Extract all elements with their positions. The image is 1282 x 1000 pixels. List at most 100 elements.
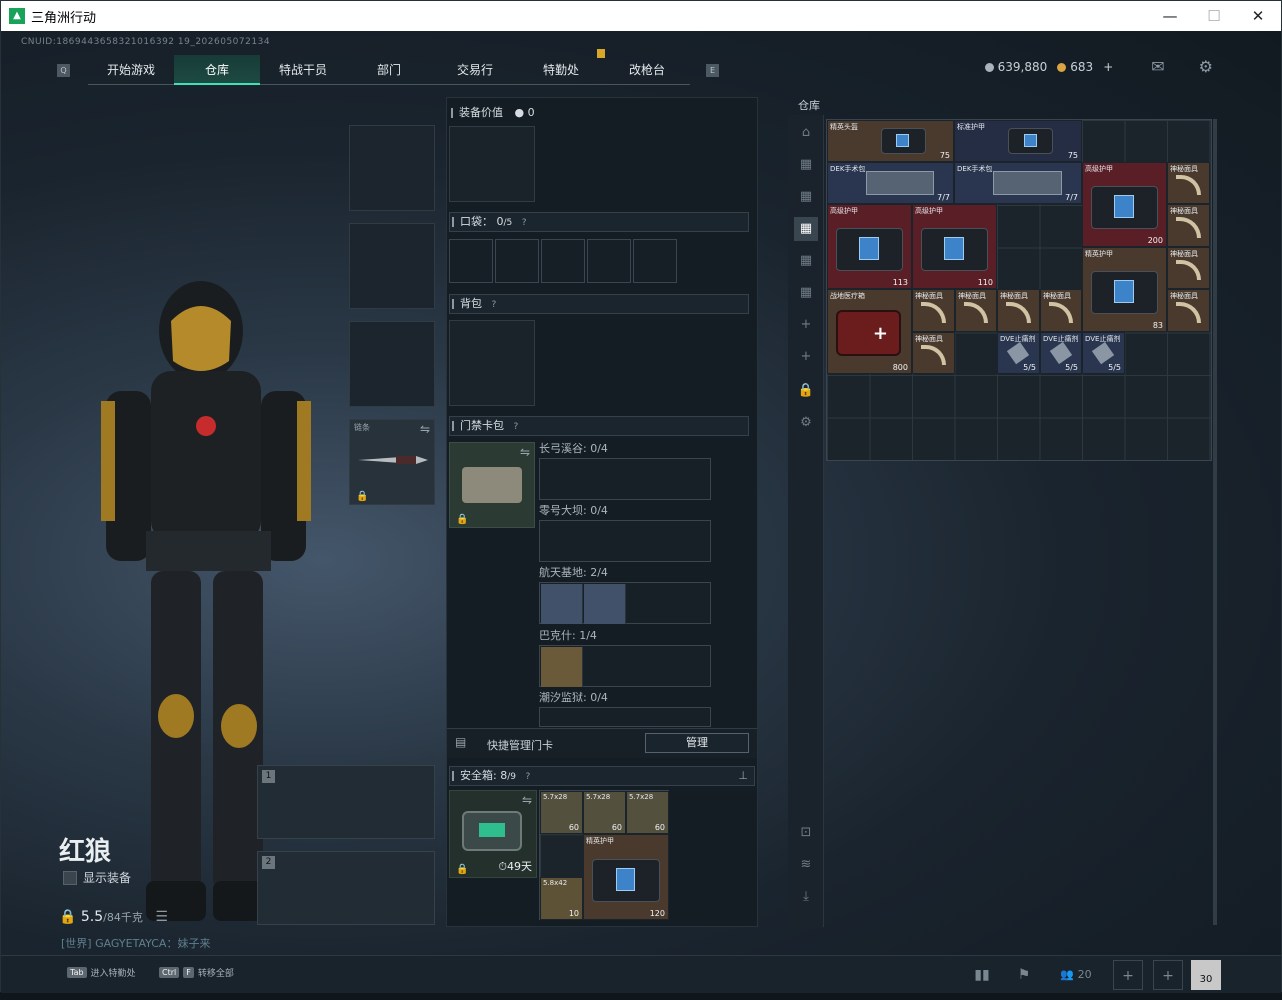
melee-slot[interactable]: 链条 ⇋ 🔒: [349, 419, 435, 505]
help-icon[interactable]: ?: [525, 772, 530, 782]
keycard-row[interactable]: [539, 520, 711, 562]
hint-special-ops[interactable]: Tab 进入特勤处: [67, 966, 136, 979]
keycard-item[interactable]: [584, 584, 626, 624]
add-page-icon[interactable]: +: [794, 313, 818, 337]
keycard-case-slot[interactable]: ⇋ 🔒: [449, 442, 535, 528]
keycard-row[interactable]: [539, 707, 711, 727]
helmet-slot[interactable]: [349, 125, 435, 211]
armor-slot[interactable]: [349, 223, 435, 309]
help-icon[interactable]: ?: [514, 422, 519, 432]
gear-icon[interactable]: ⚙: [794, 411, 818, 435]
page-3-icon[interactable]: ▦: [794, 217, 818, 241]
lock-icon[interactable]: 🔒: [794, 379, 818, 403]
pocket-slot[interactable]: [541, 239, 585, 283]
helmet-filter-icon[interactable]: ⌂: [794, 121, 818, 145]
add-currency-button[interactable]: +: [1103, 60, 1113, 74]
mail-icon[interactable]: ✉: [1151, 57, 1164, 76]
page-2-icon[interactable]: ▦: [794, 185, 818, 209]
help-icon[interactable]: ?: [492, 300, 497, 310]
rig-slot[interactable]: [449, 126, 535, 202]
pocket-slot[interactable]: [633, 239, 677, 283]
layers-icon[interactable]: ≋: [794, 853, 818, 877]
sort-icon[interactable]: ⊡: [794, 821, 818, 845]
tab-warehouse[interactable]: 仓库: [174, 55, 260, 85]
pocket-slot[interactable]: [495, 239, 539, 283]
stash-item[interactable]: 标准护甲 75: [954, 120, 1082, 162]
gear-icon[interactable]: ⚙: [1199, 57, 1213, 76]
add-party-button[interactable]: +: [1153, 960, 1183, 990]
keycard-row[interactable]: [539, 458, 711, 500]
swap-icon[interactable]: ⇋: [520, 445, 530, 459]
mask-item[interactable]: 神秘面具: [997, 289, 1040, 332]
add-party-button[interactable]: +: [1113, 960, 1143, 990]
stash-item[interactable]: 精英头盔 75: [827, 120, 954, 162]
keycard-row[interactable]: [539, 645, 711, 687]
stats-icon[interactable]: ▮▮: [967, 960, 997, 990]
keycard-row[interactable]: [539, 582, 711, 624]
pocket-slot[interactable]: [449, 239, 493, 283]
tab-trade[interactable]: 交易行: [432, 55, 518, 85]
mask-item[interactable]: 神秘面具: [955, 289, 997, 332]
page-4-icon[interactable]: ▦: [794, 249, 818, 273]
keycard-item[interactable]: [541, 647, 583, 687]
swap-icon[interactable]: ⇋: [522, 793, 532, 807]
maximize-button[interactable]: ☐: [1191, 1, 1237, 31]
mask-item[interactable]: 神秘面具: [1167, 289, 1210, 332]
armor-item[interactable]: 精英护甲 120: [583, 834, 669, 920]
stash-item[interactable]: 高级护甲 110: [912, 204, 997, 289]
mask-item[interactable]: 神秘面具: [1167, 162, 1210, 204]
show-equipment-checkbox[interactable]: [63, 870, 77, 885]
pistol-slot[interactable]: [349, 321, 435, 407]
tab-operators[interactable]: 特战干员: [260, 55, 346, 85]
page-1-icon[interactable]: ▦: [794, 153, 818, 177]
mask-item[interactable]: 神秘面具: [1040, 289, 1082, 332]
minimize-button[interactable]: —: [1147, 1, 1193, 31]
painkiller-item[interactable]: DVE止痛剂 5/5: [997, 332, 1040, 374]
stash-item[interactable]: DEK手术包 7/7: [954, 162, 1082, 204]
nav-left-key[interactable]: Q: [57, 63, 70, 77]
show-equipment-toggle[interactable]: 显示装备: [63, 869, 131, 886]
list-icon[interactable]: ☰: [155, 909, 168, 925]
flag-icon[interactable]: ⚑: [1009, 960, 1039, 990]
ammo-item[interactable]: 5.7x28 60: [626, 791, 669, 834]
tab-gunsmith[interactable]: 改枪台: [604, 55, 690, 85]
stash-item[interactable]: 战地医疗箱 +800: [827, 289, 912, 374]
ammo-item[interactable]: 5.8x42 10: [540, 877, 583, 920]
painkiller-item[interactable]: DVE止痛剂 5/5: [1082, 332, 1125, 374]
stash-item[interactable]: 高级护甲 200: [1082, 162, 1167, 247]
page-5-icon[interactable]: ▦: [794, 281, 818, 305]
swap-icon[interactable]: ⇋: [420, 422, 430, 436]
stash-item[interactable]: DEK手术包 7/7: [827, 162, 954, 204]
stash-scrollbar[interactable]: [1213, 119, 1217, 925]
stash-item[interactable]: 精英护甲 83: [1082, 247, 1167, 332]
keycard-item[interactable]: [541, 584, 583, 624]
manage-button[interactable]: 管理: [645, 733, 749, 753]
safe-box-slot[interactable]: ⇋ 🔒 ⏱49天: [449, 790, 537, 878]
tab-special-ops[interactable]: 特勤处: [518, 55, 604, 85]
painkiller-item[interactable]: DVE止痛剂 5/5: [1040, 332, 1082, 374]
mask-item[interactable]: 神秘面具: [912, 289, 955, 332]
mask-item[interactable]: 神秘面具: [1167, 204, 1210, 247]
close-button[interactable]: ✕: [1235, 1, 1281, 31]
tab-start-game[interactable]: 开始游戏: [88, 55, 174, 85]
pocket-slot[interactable]: [587, 239, 631, 283]
player-card-avatar[interactable]: 30: [1191, 960, 1221, 990]
arrange-icon[interactable]: ⤓: [794, 885, 818, 909]
help-icon[interactable]: ?: [522, 218, 527, 228]
hint-transfer-all[interactable]: Ctrl F 转移全部: [159, 966, 234, 979]
ammo-item[interactable]: 5.7x28 60: [583, 791, 626, 834]
backpack-slot[interactable]: [449, 320, 535, 406]
secondary-weapon-slot[interactable]: 2: [257, 851, 435, 925]
silver-amount: 639,880: [997, 59, 1048, 74]
mask-item[interactable]: 神秘面具: [1167, 247, 1210, 289]
pin-icon[interactable]: ⊥: [738, 767, 748, 785]
ammo-item[interactable]: 5.7x28 60: [540, 791, 583, 834]
friends-button[interactable]: 👥 20: [1055, 960, 1097, 990]
stash-item[interactable]: 高级护甲 113: [827, 204, 912, 289]
nav-right-key[interactable]: E: [706, 63, 719, 77]
primary-weapon-slot[interactable]: 1: [257, 765, 435, 839]
add-page-icon[interactable]: +: [794, 345, 818, 369]
mask-item[interactable]: 神秘面具: [912, 332, 955, 374]
tab-department[interactable]: 部门: [346, 55, 432, 85]
world-chat-line[interactable]: [世界] GAGYETAYCA：妹子来: [61, 935, 210, 951]
